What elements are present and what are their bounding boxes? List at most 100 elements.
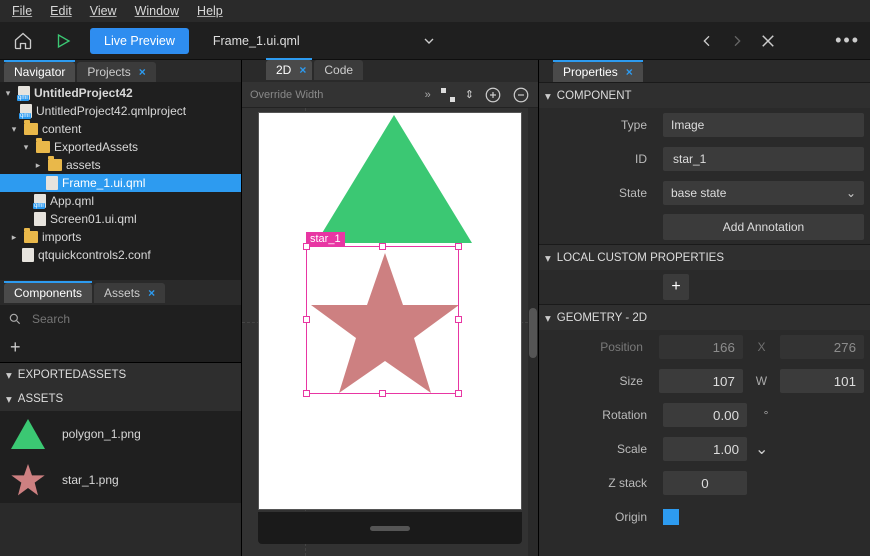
- menu-view[interactable]: View: [82, 2, 125, 20]
- position-x-input[interactable]: [659, 335, 743, 359]
- anchor-icon[interactable]: [441, 88, 455, 102]
- menubar: File Edit View Window Help: [0, 0, 870, 22]
- resize-icon[interactable]: ⇕: [465, 88, 474, 101]
- asset-item-star[interactable]: star_1.png: [0, 457, 241, 503]
- selection-box[interactable]: [306, 246, 459, 394]
- id-input[interactable]: [663, 147, 864, 171]
- section-assets[interactable]: ▾ASSETS: [0, 387, 241, 411]
- state-label: State: [545, 186, 655, 200]
- size-label: Size: [545, 374, 651, 388]
- scrollbar[interactable]: [528, 108, 538, 556]
- folder-icon: [48, 159, 62, 171]
- add-property-button[interactable]: +: [663, 274, 689, 300]
- live-preview-button[interactable]: Live Preview: [90, 28, 189, 54]
- tree-root[interactable]: ▾UntitledProject42: [0, 84, 241, 102]
- menu-file[interactable]: File: [4, 2, 40, 20]
- scale-input[interactable]: [663, 437, 747, 461]
- menu-window[interactable]: Window: [127, 2, 187, 20]
- resize-handle[interactable]: [303, 390, 310, 397]
- nav-back-icon[interactable]: [699, 33, 715, 49]
- home-icon[interactable]: [10, 28, 36, 54]
- nav-fwd-icon[interactable]: [729, 33, 745, 49]
- tab-navigator[interactable]: Navigator: [4, 62, 75, 82]
- override-width-label: Override Width: [250, 89, 415, 101]
- resize-handle[interactable]: [455, 243, 462, 250]
- add-annotation-button[interactable]: Add Annotation: [663, 214, 864, 240]
- close-icon[interactable]: ×: [626, 65, 633, 79]
- file-dropdown-icon[interactable]: [421, 33, 437, 49]
- section-exportedassets[interactable]: ▾EXPORTEDASSETS: [0, 363, 241, 387]
- menu-edit[interactable]: Edit: [42, 2, 80, 20]
- resize-handle[interactable]: [455, 390, 462, 397]
- tab-projects[interactable]: Projects×: [77, 62, 155, 82]
- resize-handle[interactable]: [455, 316, 462, 323]
- zstack-input[interactable]: [663, 471, 747, 495]
- search-row: [0, 305, 241, 333]
- resize-handle[interactable]: [379, 243, 386, 250]
- position-y-input[interactable]: [780, 335, 864, 359]
- w-unit: W: [751, 374, 772, 388]
- menu-help[interactable]: Help: [189, 2, 231, 20]
- resize-handle[interactable]: [379, 390, 386, 397]
- zoom-out-icon[interactable]: [512, 86, 530, 104]
- size-h-input[interactable]: [780, 369, 864, 393]
- file-icon: [22, 248, 34, 262]
- tree-file-screen[interactable]: Screen01.ui.qml: [0, 210, 241, 228]
- folder-icon: [24, 123, 38, 135]
- search-input[interactable]: [30, 311, 233, 327]
- close-file-icon[interactable]: [759, 32, 777, 50]
- tree-folder-assets[interactable]: ▸assets: [0, 156, 241, 174]
- origin-picker[interactable]: [663, 509, 679, 525]
- resize-handle[interactable]: [303, 316, 310, 323]
- id-label: ID: [545, 152, 655, 166]
- run-icon[interactable]: [50, 28, 76, 54]
- toolbar-more-icon[interactable]: »: [425, 89, 431, 101]
- polygon-thumb-icon: [10, 416, 46, 452]
- rotation-label: Rotation: [545, 408, 655, 422]
- folder-icon: [24, 231, 38, 243]
- x-unit: X: [751, 340, 772, 354]
- tree-item[interactable]: UntitledProject42.qmlproject: [0, 102, 241, 120]
- type-field[interactable]: Image: [663, 113, 864, 137]
- qml-file-icon: [20, 104, 32, 118]
- state-select[interactable]: base state⌄: [663, 181, 864, 205]
- polygon-shape[interactable]: [314, 115, 474, 245]
- project-icon: [18, 86, 30, 100]
- navigator-tree: ▾UntitledProject42 UntitledProject42.qml…: [0, 82, 241, 280]
- section-geometry[interactable]: ▾GEOMETRY - 2D: [539, 304, 870, 330]
- resize-handle[interactable]: [303, 243, 310, 250]
- tree-file-conf[interactable]: qtquickcontrols2.conf: [0, 246, 241, 264]
- tab-properties[interactable]: Properties×: [553, 62, 643, 82]
- nav-arrows: [699, 32, 777, 50]
- tab-code[interactable]: Code: [314, 60, 363, 80]
- chevron-down-icon[interactable]: ⌄: [755, 439, 768, 459]
- deg-unit: °: [755, 408, 777, 422]
- canvas-area[interactable]: star_1: [242, 108, 538, 556]
- tree-folder-imports[interactable]: ▸imports: [0, 228, 241, 246]
- close-icon[interactable]: ×: [299, 63, 306, 77]
- open-file-tab[interactable]: Frame_1.ui.qml: [203, 28, 447, 54]
- tab-2d[interactable]: 2D×: [266, 60, 312, 80]
- section-component[interactable]: ▾COMPONENT: [539, 82, 870, 108]
- close-icon[interactable]: ×: [139, 65, 146, 79]
- tree-file-app[interactable]: App.qml: [0, 192, 241, 210]
- asset-label: star_1.png: [62, 473, 119, 487]
- open-file-name: Frame_1.ui.qml: [213, 34, 300, 48]
- search-icon: [8, 312, 22, 326]
- rotation-input[interactable]: [663, 403, 747, 427]
- size-w-input[interactable]: [659, 369, 743, 393]
- tree-folder-exported[interactable]: ▾ExportedAssets: [0, 138, 241, 156]
- tab-components[interactable]: Components: [4, 283, 92, 303]
- zoom-in-icon[interactable]: [484, 86, 502, 104]
- more-icon[interactable]: •••: [835, 30, 860, 51]
- position-label: Position: [545, 340, 651, 354]
- section-local-props[interactable]: ▾LOCAL CUSTOM PROPERTIES: [539, 244, 870, 270]
- close-icon[interactable]: ×: [148, 286, 155, 300]
- tree-folder-content[interactable]: ▾content: [0, 120, 241, 138]
- tab-assets[interactable]: Assets×: [94, 283, 165, 303]
- asset-item-polygon[interactable]: polygon_1.png: [0, 411, 241, 457]
- scrollbar-thumb[interactable]: [529, 308, 537, 358]
- folder-icon: [36, 141, 50, 153]
- tree-file-frame[interactable]: Frame_1.ui.qml: [0, 174, 241, 192]
- add-icon[interactable]: +: [10, 337, 21, 358]
